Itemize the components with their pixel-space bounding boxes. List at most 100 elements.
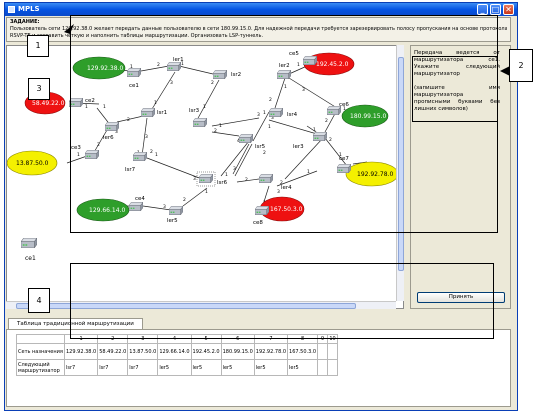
svg-text:1: 1 <box>268 124 271 130</box>
column-header: 10 <box>327 334 339 344</box>
svg-text:2: 2 <box>329 137 332 143</box>
svg-text:1: 1 <box>103 104 106 110</box>
svg-text:2: 2 <box>97 142 100 148</box>
router-ce5[interactable]: ce5 <box>289 51 317 65</box>
next-hop-cell[interactable]: ler5 <box>157 359 192 376</box>
svg-text:2: 2 <box>211 80 214 86</box>
spare-router-label: ce1 <box>25 255 36 262</box>
vertical-scroll-thumb[interactable] <box>398 57 404 271</box>
router-label: ler4 <box>281 185 292 191</box>
column-header: 8 <box>287 334 319 344</box>
next-hop-cell[interactable]: ler5 <box>253 359 289 376</box>
router-ce7[interactable]: ce7 <box>337 156 351 173</box>
router-lsr7[interactable]: lsr7 <box>125 152 147 173</box>
router-label: lsr2 <box>231 72 241 78</box>
router-label: ce1 <box>129 83 139 89</box>
svg-text:3: 3 <box>193 176 196 182</box>
task-text-line2: RSVP-TE и составить четкую и наполнить т… <box>10 33 264 39</box>
cloud-label: 192.92.78.0 <box>357 171 393 178</box>
network-cell[interactable]: 167.50.3.0 <box>287 343 319 360</box>
svg-text:2: 2 <box>157 62 160 68</box>
router-lsr6[interactable]: lsr6 <box>196 171 228 187</box>
router-label: lsr1 <box>157 110 167 116</box>
router-ce1[interactable]: ce1 <box>127 68 141 89</box>
network-cell[interactable]: 129.66.14.0 <box>157 343 192 360</box>
cloud-label: 129.66.14.0 <box>89 207 125 214</box>
row-label-next-hop: Следующий маршрутизатор <box>16 359 65 376</box>
network-cell[interactable]: 192.92.78.0 <box>253 343 289 360</box>
maximize-button[interactable]: □ <box>490 4 501 15</box>
column-header: 3 <box>127 334 159 344</box>
network-cell[interactable]: 180.99.15.0 <box>220 343 255 360</box>
svg-text:1: 1 <box>77 152 80 158</box>
svg-text:3: 3 <box>145 134 148 140</box>
port-numbers: 11 21 31 21 21 32 11 31 21 31 21 13 21 2… <box>77 61 346 211</box>
window-title: MPLS <box>18 5 40 13</box>
next-hop-cell[interactable]: ler5 <box>190 359 222 376</box>
column-header: 1 <box>63 334 99 344</box>
cloud-192-92-78-0: 192.92.78.0 <box>345 161 399 187</box>
svg-text:2: 2 <box>150 149 153 155</box>
instruction-p2: (запишите имя маршрутизатора прописными … <box>414 85 500 112</box>
svg-text:3: 3 <box>163 204 166 210</box>
router-label: ler2 <box>279 63 290 69</box>
router-label: lsr3 <box>189 108 200 114</box>
horizontal-scroll-thumb[interactable] <box>16 303 356 309</box>
router-lsr1[interactable]: lsr1 <box>141 108 167 117</box>
network-cell[interactable] <box>327 343 339 360</box>
next-hop-cell[interactable]: lsr7 <box>127 359 159 376</box>
svg-text:1: 1 <box>263 110 266 116</box>
network-cell[interactable]: 13.87.50.0 <box>127 343 159 360</box>
cloud-label: 58.49.22.0 <box>32 100 65 107</box>
column-header: 5 <box>190 334 222 344</box>
accept-button[interactable]: Принять <box>417 292 505 303</box>
network-cell[interactable]: 129.92.38.0 <box>63 343 99 360</box>
task-panel: ЗАДАНИЕ: Пользователь сети 129.92.38.0 ж… <box>6 17 511 42</box>
row-label-network: Сеть назначения <box>16 343 65 360</box>
horizontal-scrollbar[interactable] <box>6 301 396 309</box>
router-label: ce5 <box>289 51 299 57</box>
router-lsr5[interactable]: lsr5 <box>239 134 266 150</box>
spare-router-ce1[interactable]: ce1 <box>21 238 37 262</box>
next-hop-cell[interactable] <box>317 359 329 376</box>
next-hop-cell[interactable]: ler5 <box>287 359 319 376</box>
next-hop-cell[interactable]: lsr7 <box>63 359 99 376</box>
router-lsr4[interactable]: lsr4 <box>269 108 298 118</box>
svg-text:1: 1 <box>225 172 228 178</box>
router-lsr2[interactable]: lsr2 <box>213 70 241 79</box>
minimize-button[interactable]: _ <box>477 4 488 15</box>
network-cell[interactable] <box>317 343 329 360</box>
svg-text:3: 3 <box>302 87 305 93</box>
router-ler2[interactable]: ler2 <box>277 63 291 79</box>
router-ce4[interactable]: ce4 <box>129 196 145 211</box>
cloud-label: 192.45.2.0 <box>316 61 349 68</box>
network-cell[interactable]: 192.45.2.0 <box>190 343 222 360</box>
next-hop-cell[interactable]: lsr7 <box>97 359 129 376</box>
svg-text:2: 2 <box>269 97 272 103</box>
router-ler5[interactable]: ler5 <box>167 206 183 224</box>
table-row-next-hop: Следующий маршрутизатор lsr7 lsr7 lsr7 l… <box>16 359 339 376</box>
table-row-network: Сеть назначения 129.92.38.0 58.49.22.0 1… <box>16 343 339 360</box>
router-label: ler5 <box>167 218 178 224</box>
close-button[interactable]: ✕ <box>503 4 514 15</box>
network-cell[interactable]: 58.49.22.0 <box>97 343 129 360</box>
vertical-scrollbar[interactable] <box>396 45 404 301</box>
svg-text:2: 2 <box>245 177 248 183</box>
title-bar[interactable]: MPLS _ □ ✕ <box>5 3 517 16</box>
network-canvas[interactable]: 11 21 31 21 21 32 11 31 21 31 21 13 21 2… <box>6 45 404 309</box>
router-lsr3[interactable]: lsr3 <box>189 108 207 127</box>
svg-text:2: 2 <box>325 118 328 124</box>
next-hop-cell[interactable]: ler5 <box>220 359 255 376</box>
task-title: ЗАДАНИЕ: <box>10 19 40 25</box>
router-ce2[interactable]: ce2 <box>69 98 95 107</box>
svg-text:1: 1 <box>205 189 208 195</box>
router-ce3[interactable]: ce3 <box>71 145 99 159</box>
callout-number-3: 3 <box>28 78 50 100</box>
router-ler3[interactable]: ler3 <box>293 132 327 150</box>
svg-text:2: 2 <box>183 197 186 203</box>
callout-arrow-1 <box>64 24 74 34</box>
callout-number-1: 1 <box>27 35 49 57</box>
next-hop-cell[interactable] <box>327 359 339 376</box>
svg-text:2: 2 <box>263 150 266 156</box>
callout-number-2: 2 <box>509 49 533 82</box>
